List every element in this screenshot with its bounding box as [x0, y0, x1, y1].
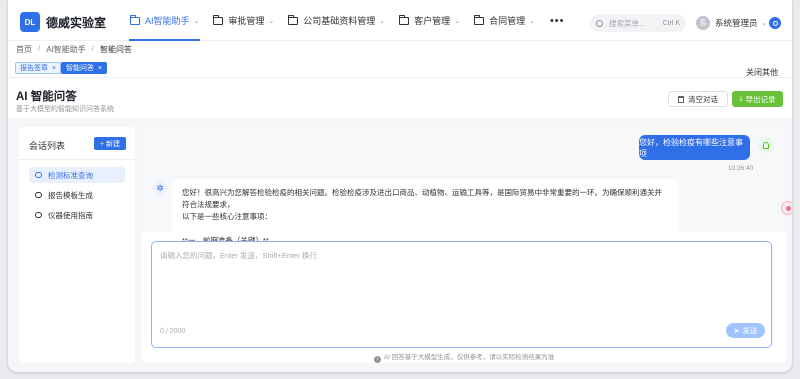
- ai-disclaimer: i AI 回答基于大模型生成，仅供参考，请以实际检测结果为准: [142, 351, 786, 363]
- main-nav: AI智能助手 ⌄ 审批管理 ⌄ 公司基础资料管理 ⌄ 客户管理 ⌄ 合同管理 ⌄ •••: [123, 0, 573, 41]
- menu-search[interactable]: 搜索菜单... Ctrl K: [590, 14, 686, 32]
- conversation-sidebar: 会话列表 + 新建 检测标准查询 报告模板生成 仪器使用指南: [19, 127, 135, 363]
- tab-report-seal[interactable]: 报告签章 ×: [15, 62, 62, 74]
- conversation-label: 检测标准查询: [48, 170, 93, 180]
- close-icon[interactable]: ×: [98, 65, 102, 72]
- input-placeholder: 请输入您的问题，Enter 发送，Shift+Enter 换行: [160, 251, 317, 260]
- message-time: 10:36:40: [728, 165, 754, 172]
- close-icon[interactable]: ×: [52, 65, 56, 72]
- app-logo[interactable]: DL: [20, 12, 40, 32]
- chevron-down-icon: ⌄: [379, 17, 386, 25]
- nav-item-company-data[interactable]: 公司基础资料管理 ⌄: [281, 0, 392, 41]
- avatar: 系: [696, 16, 710, 30]
- nav-label: 公司基础资料管理: [303, 16, 376, 26]
- message-list[interactable]: 您好，检验检疫有哪些注意事项 10:36:40 ✲ 您好！很高兴为您解答检验检疫…: [142, 127, 786, 245]
- breadcrumb: 首页 / AI智能助手 / 智能问答: [16, 44, 132, 55]
- breadcrumb-current: 智能问答: [100, 45, 133, 54]
- info-icon: i: [373, 356, 381, 363]
- conversation-item[interactable]: 检测标准查询: [29, 167, 125, 183]
- page-subtitle: 基于大模型的智能知识问答系统: [16, 106, 114, 113]
- ai-message-text: 您好！很高兴为您解答检验检疫的相关问题。检验检疫涉及进出口商品、动植物、运输工具…: [182, 188, 662, 209]
- conversation-label: 仪器使用指南: [48, 210, 93, 220]
- ai-sparkle-icon: ✲: [152, 180, 168, 196]
- close-others-button[interactable]: 关闭其他: [746, 67, 778, 78]
- folder-icon: [399, 14, 410, 25]
- tab-label: 报告签章: [20, 65, 48, 72]
- send-button[interactable]: ➤ 发送: [726, 323, 765, 338]
- new-conversation-button[interactable]: + 新建: [94, 137, 126, 150]
- ai-message-text: 以下是一些核心注意事项：: [182, 212, 272, 221]
- breadcrumb-separator: /: [38, 44, 41, 53]
- disclaimer-text: AI 回答基于大模型生成，仅供参考，请以实际检测结果为准: [383, 354, 555, 361]
- app-brand: 德威实验室: [46, 16, 107, 30]
- nav-label: 审批管理: [228, 16, 265, 26]
- tags-bar: 报告签章 × 智能问答 ×: [8, 58, 792, 78]
- send-icon: ➤: [733, 327, 740, 335]
- content-area: 会话列表 + 新建 检测标准查询 报告模板生成 仪器使用指南 您好，检验检疫有哪…: [8, 118, 792, 372]
- trash-icon: [678, 95, 684, 103]
- nav-item-approval[interactable]: 审批管理 ⌄: [206, 0, 281, 41]
- app-window: DL 德威实验室 AI智能助手 ⌄ 审批管理 ⌄ 公司基础资料管理 ⌄ 客户管理 ⌄ 合…: [8, 0, 792, 372]
- user-menu[interactable]: 系 系统管理员 ⌄: [696, 16, 767, 30]
- question-input[interactable]: 请输入您的问题，Enter 发送，Shift+Enter 换行 0 / 2000…: [151, 241, 772, 348]
- nav-label: 客户管理: [414, 16, 451, 26]
- folder-icon: [130, 14, 140, 25]
- chat-panel: 您好，检验检疫有哪些注意事项 10:36:40 ✲ 您好！很高兴为您解答检验检疫…: [142, 127, 786, 363]
- chevron-down-icon: ⌄: [529, 17, 535, 25]
- tab-smart-qa[interactable]: 智能问答 ×: [61, 62, 108, 74]
- nav-more-button[interactable]: •••: [542, 0, 573, 41]
- folder-icon: [213, 14, 224, 25]
- nav-item-customers[interactable]: 客户管理 ⌄: [392, 0, 467, 41]
- clear-label: 清空对话: [688, 94, 718, 104]
- chat-icon: [35, 172, 42, 178]
- breadcrumb-separator: /: [91, 44, 95, 53]
- export-label: 导出记录: [745, 94, 776, 104]
- nav-item-contracts[interactable]: 合同管理 ⌄: [467, 0, 542, 41]
- send-label: 发送: [742, 326, 758, 335]
- search-icon: [596, 19, 603, 27]
- ai-message: 您好！很高兴为您解答检验检疫的相关问题。检验检疫涉及进出口商品、动植物、运输工具…: [172, 179, 678, 245]
- download-icon: ⤓: [739, 95, 743, 102]
- tab-label: 智能问答: [66, 65, 94, 72]
- divider: [19, 159, 135, 160]
- chevron-down-icon: ⌄: [761, 20, 768, 27]
- search-shortcut: Ctrl K: [662, 19, 681, 27]
- user-avatar-icon: [758, 137, 774, 153]
- page-title: AI 智能问答: [16, 91, 77, 103]
- breadcrumb-ai-assistant[interactable]: AI智能助手: [46, 44, 86, 55]
- folder-icon: [474, 14, 485, 25]
- chevron-down-icon: ⌄: [193, 17, 200, 25]
- conversation-item[interactable]: 仪器使用指南: [29, 207, 125, 223]
- chat-icon: [35, 212, 42, 218]
- user-message: 您好，检验检疫有哪些注意事项: [639, 135, 750, 160]
- conversation-label: 报告模板生成: [48, 190, 93, 200]
- breadcrumb-home[interactable]: 首页: [16, 44, 32, 55]
- chevron-down-icon: ⌄: [454, 17, 461, 25]
- floating-assistant-icon[interactable]: [781, 201, 792, 215]
- clear-chat-button[interactable]: 清空对话: [668, 91, 728, 107]
- user-name: 系统管理员: [715, 18, 758, 28]
- folder-icon: [288, 14, 299, 25]
- nav-item-ai-assistant[interactable]: AI智能助手 ⌄: [123, 0, 206, 41]
- chevron-down-icon: ⌄: [268, 17, 275, 25]
- chat-icon: [35, 192, 42, 198]
- char-counter: 0 / 2000: [160, 328, 186, 335]
- export-records-button[interactable]: ⤓ 导出记录: [732, 91, 783, 107]
- settings-icon[interactable]: [769, 17, 781, 29]
- conversation-item[interactable]: 报告模板生成: [29, 187, 125, 203]
- nav-label: 合同管理: [489, 16, 526, 26]
- nav-label: AI智能助手: [145, 16, 190, 26]
- top-navbar: DL 德威实验室 AI智能助手 ⌄ 审批管理 ⌄ 公司基础资料管理 ⌄ 客户管理 ⌄ 合…: [8, 0, 792, 41]
- sidebar-title: 会话列表: [29, 141, 66, 151]
- search-placeholder: 搜索菜单...: [609, 18, 646, 28]
